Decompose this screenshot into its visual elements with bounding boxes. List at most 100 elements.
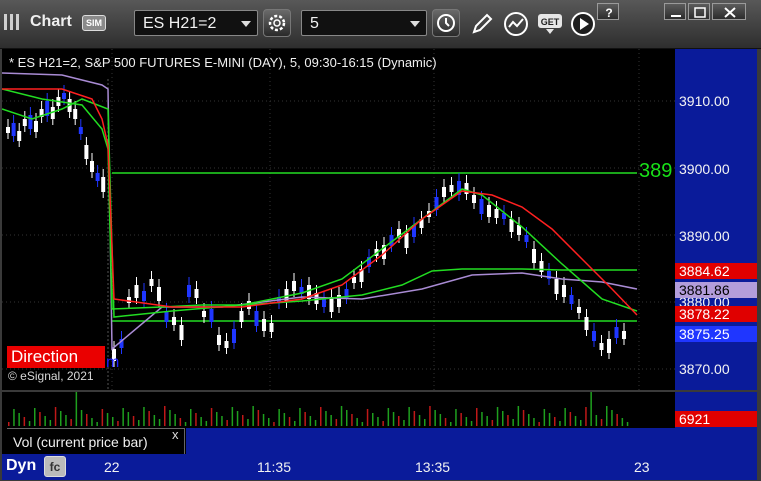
- candle-body: [269, 323, 274, 332]
- volume-pane-strip: [186, 428, 675, 454]
- volume-bar: [346, 410, 348, 426]
- price-axis-label: 3870.00: [679, 361, 730, 377]
- settings-gear-button[interactable]: [263, 9, 291, 37]
- volume-bar: [80, 410, 83, 426]
- volume-bar: [580, 420, 582, 426]
- price-axis-label: 3900.00: [679, 161, 730, 177]
- volume-bar: [569, 412, 572, 426]
- close-icon[interactable]: x: [172, 427, 179, 442]
- volume-bar: [18, 413, 20, 426]
- volume-bar: [548, 413, 551, 426]
- volume-bar: [49, 420, 52, 426]
- price-axis-label: 3890.00: [679, 228, 730, 244]
- candle-body: [614, 327, 619, 338]
- clock-icon: [437, 14, 455, 32]
- volume-bar: [54, 407, 57, 426]
- volume-bar: [179, 418, 182, 426]
- candle-body: [28, 115, 33, 129]
- volume-bar: [377, 417, 379, 426]
- volume-bar: [226, 420, 228, 426]
- volume-bar: [138, 420, 140, 426]
- volume-bar: [195, 413, 197, 426]
- candle-body: [599, 343, 604, 350]
- help-icon: ?: [605, 6, 612, 19]
- volume-bar: [273, 422, 275, 426]
- maximize-button[interactable]: [688, 3, 710, 20]
- candle-body: [164, 311, 169, 322]
- volume-bar: [8, 422, 10, 426]
- clock-button[interactable]: [432, 9, 460, 37]
- price-axis[interactable]: 3910.00 3900.00 3890.00 3880.00 3870.00 …: [675, 49, 757, 390]
- candle-body: [232, 329, 236, 343]
- symbol-combo[interactable]: ES H21=2: [134, 10, 258, 36]
- volume-bar: [112, 417, 114, 426]
- time-label: 11:35: [257, 459, 291, 475]
- volume-bar: [39, 412, 41, 426]
- volume-bar: [200, 417, 202, 426]
- volume-bar: [75, 392, 78, 426]
- minimize-button[interactable]: [664, 3, 686, 20]
- candle-body: [142, 291, 146, 301]
- candle-body: [101, 177, 106, 192]
- volume-bar: [164, 406, 166, 426]
- volume-bar: [460, 413, 462, 426]
- close-button[interactable]: [712, 3, 746, 20]
- chart-study-icon[interactable]: [503, 11, 529, 42]
- volume-bar: [434, 410, 436, 426]
- volume-bar: [340, 406, 343, 426]
- volume-bar: [169, 410, 171, 426]
- candle-body: [90, 161, 94, 172]
- volume-bar: [122, 408, 124, 426]
- volume-bar: [496, 407, 499, 426]
- time-label: 13:35: [415, 459, 451, 475]
- volume-bar: [512, 419, 514, 426]
- volume-study-label[interactable]: Vol (current price bar): [7, 428, 185, 454]
- help-button[interactable]: ?: [597, 3, 619, 20]
- interval-combo[interactable]: 5: [301, 10, 427, 36]
- volume-bar: [314, 420, 317, 426]
- volume-bar: [127, 412, 130, 426]
- volume-tag: 6921: [675, 411, 757, 427]
- volume-pane[interactable]: Vol (current price bar) x: [2, 392, 675, 454]
- candle-body: [487, 205, 491, 217]
- volume-bar: [283, 413, 286, 426]
- candle-body: [194, 289, 199, 298]
- toolbar: Chart SIM ES H21=2 5 GET ?: [0, 0, 761, 49]
- get-data-icon[interactable]: GET: [537, 13, 565, 40]
- close-icon: [724, 7, 736, 18]
- volume-bar: [304, 412, 306, 426]
- dynamic-toggle-button[interactable]: fc: [44, 456, 66, 477]
- price-axis-label: 3910.00: [679, 93, 730, 109]
- dynamic-toggle-icon: fc: [50, 460, 61, 474]
- time-axis[interactable]: Dyn fc 22 11:35 13:35 23: [2, 454, 757, 480]
- time-label: 23: [634, 459, 650, 475]
- volume-bar: [236, 411, 239, 426]
- candle-body: [17, 131, 22, 141]
- candle-body: [509, 219, 514, 232]
- volume-bar: [325, 411, 327, 426]
- drag-grip-icon[interactable]: [4, 14, 26, 30]
- pencil-draw-icon[interactable]: [470, 12, 494, 41]
- volume-bar: [299, 408, 301, 426]
- interval-value: 5: [310, 15, 319, 32]
- candle-body: [449, 185, 454, 192]
- candle-body: [404, 233, 409, 248]
- volume-axis: 6921: [675, 392, 757, 454]
- volume-bar: [153, 415, 156, 426]
- volume-bar: [231, 407, 234, 426]
- volume-bar: [210, 408, 213, 426]
- price-chart-svg: [2, 49, 675, 390]
- volume-bar: [70, 419, 72, 426]
- candle-body: [11, 123, 16, 136]
- volume-bar: [439, 414, 442, 426]
- chart-description: * ES H21=2, S&P 500 FUTURES E-MINI (DAY)…: [9, 55, 437, 70]
- candle-body: [134, 285, 139, 298]
- volume-bar: [538, 422, 540, 426]
- volume-bar: [252, 406, 254, 426]
- price-chart-pane[interactable]: * ES H21=2, S&P 500 FUTURES E-MINI (DAY)…: [2, 49, 675, 390]
- volume-bar: [387, 408, 390, 426]
- play-icon[interactable]: [570, 11, 596, 42]
- candle-body: [127, 297, 131, 303]
- price-tag-last: 3875.25: [675, 326, 757, 342]
- candle-body: [539, 261, 544, 272]
